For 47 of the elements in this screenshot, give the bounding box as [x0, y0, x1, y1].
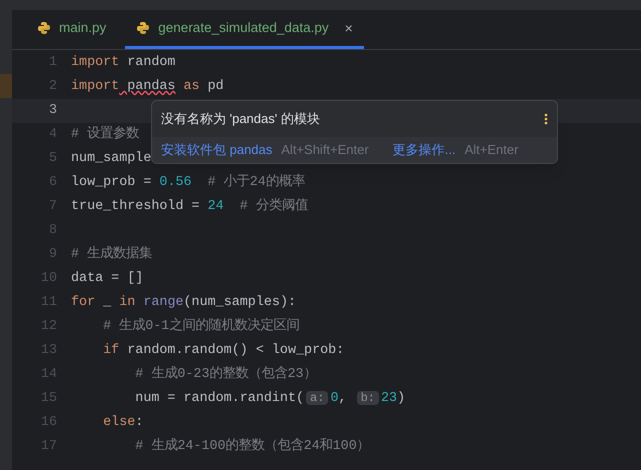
number-text: 23 — [380, 390, 398, 406]
code-text: random.random() < low_prob: — [126, 342, 344, 358]
builtin-text: range — [142, 294, 184, 310]
code-comment: # 生成数据集 — [71, 246, 152, 262]
number-text: 24 — [208, 198, 224, 214]
code-text: num = random.randint( — [134, 390, 304, 406]
quick-fix-link[interactable]: 更多操作... — [392, 140, 456, 160]
keyword-text: import — [71, 54, 120, 70]
code-text: (num_samples): — [184, 294, 296, 310]
code-comment: # 设置参数 — [71, 126, 140, 142]
code-text: true_threshold = — [71, 198, 201, 214]
code-text: ) — [397, 390, 406, 406]
error-text: pandas — [126, 78, 176, 94]
code-text: : — [135, 414, 144, 430]
code-comment: # 分类阈值 — [238, 198, 308, 214]
code-text: num_sample — [71, 150, 152, 166]
keyword-text: if — [102, 342, 120, 358]
code-text: low_prob = — [71, 174, 152, 190]
shortcut-text: Alt+Enter — [464, 141, 518, 160]
code-comment: # 生成24-100的整数（包含24和100） — [134, 438, 370, 454]
shortcut-text: Alt+Shift+Enter — [281, 141, 369, 160]
keyword-text: import — [71, 78, 120, 94]
editor-tab[interactable]: main.py — [26, 10, 118, 49]
keyword-text: as — [182, 78, 200, 94]
close-tab-button[interactable]: × — [344, 18, 353, 38]
quick-fix-link[interactable]: 安装软件包 pandas — [161, 140, 272, 160]
keyword-text: for — [71, 294, 96, 310]
parameter-hint: a: — [306, 390, 328, 405]
code-comment: # 生成0-1之间的随机数决定区间 — [102, 318, 300, 334]
parameter-hint: b: — [356, 390, 379, 405]
code-text: data = [] — [71, 270, 144, 286]
code-text: random — [126, 54, 176, 70]
code-text: pd — [206, 78, 224, 94]
code-comment: # 小于24的概率 — [206, 174, 305, 190]
keyword-text: else — [102, 414, 136, 430]
python-icon — [136, 21, 150, 35]
more-icon[interactable] — [544, 113, 548, 125]
python-icon — [37, 21, 51, 35]
editor-tab[interactable]: generate_simulated_data.py × — [125, 10, 364, 49]
code-text: _ — [102, 294, 112, 310]
number-text: 0 — [330, 390, 338, 406]
error-message: 没有名称为 'pandas' 的模块 — [161, 110, 320, 128]
number-text: 0.56 — [159, 174, 192, 190]
line-number: 3 — [48, 102, 58, 120]
code-text: , — [338, 390, 348, 406]
code-comment: # 生成0-23的整数（包含23） — [134, 366, 317, 382]
keyword-text: in — [118, 294, 136, 310]
